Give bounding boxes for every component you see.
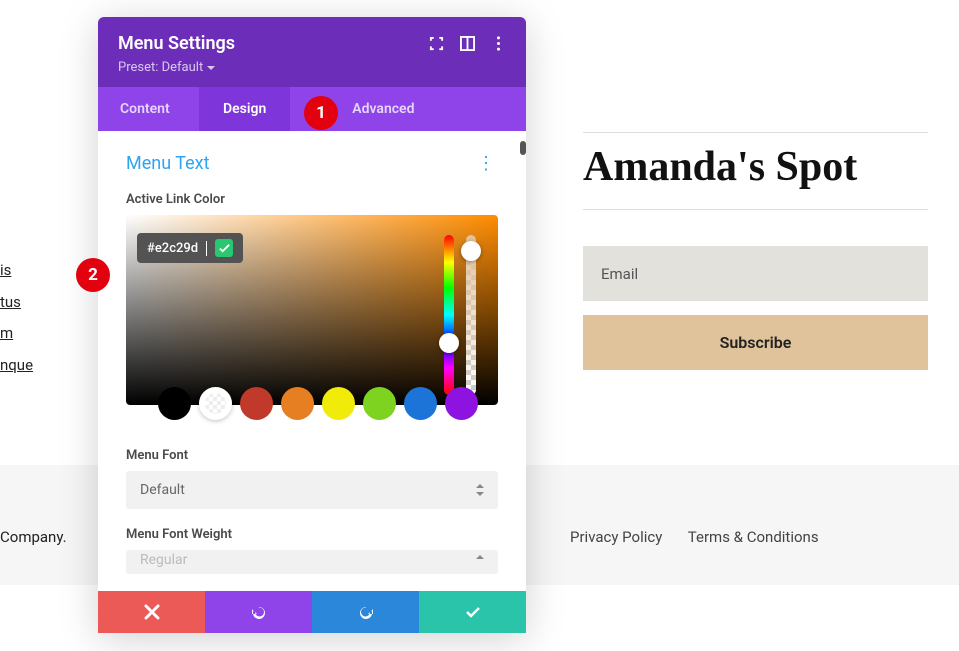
- confirm-hex-button[interactable]: [215, 239, 233, 257]
- swatch-yellow[interactable]: [322, 387, 355, 420]
- section-more-icon[interactable]: ⋮: [473, 153, 498, 174]
- annotation-badge-1: 1: [304, 96, 338, 130]
- footer-links: Privacy Policy Terms & Conditions: [570, 528, 841, 546]
- footer-company-text: Company.: [0, 528, 67, 546]
- more-icon[interactable]: [491, 36, 506, 51]
- annotation-badge-2: 2: [76, 258, 110, 292]
- email-placeholder: Email: [601, 265, 638, 283]
- undo-icon: [251, 604, 267, 620]
- link-fragment[interactable]: m: [0, 318, 33, 350]
- tab-design[interactable]: Design: [199, 87, 290, 131]
- hex-input-chip[interactable]: #e2c29d: [137, 233, 243, 263]
- menu-font-label: Menu Font: [126, 448, 498, 463]
- swatch-blue[interactable]: [404, 387, 437, 420]
- check-icon: [465, 604, 481, 620]
- text-caret: [206, 241, 207, 256]
- subscribe-button[interactable]: Subscribe: [583, 315, 928, 370]
- menu-font-select[interactable]: Default: [126, 471, 498, 509]
- alpha-thumb[interactable]: [461, 241, 481, 261]
- left-nav-links: is tus m nque: [0, 255, 33, 381]
- hue-slider[interactable]: [444, 235, 454, 395]
- columns-icon[interactable]: [460, 36, 475, 51]
- caret-down-icon: [207, 64, 215, 72]
- redo-button[interactable]: [312, 591, 419, 633]
- swatch-red[interactable]: [240, 387, 273, 420]
- menu-font-weight-select[interactable]: Regular: [126, 550, 498, 574]
- hue-thumb[interactable]: [439, 333, 459, 353]
- swatch-black[interactable]: [158, 387, 191, 420]
- color-picker-area[interactable]: #e2c29d: [126, 215, 498, 405]
- cancel-button[interactable]: [98, 591, 205, 633]
- redo-icon: [358, 604, 374, 620]
- preset-dropdown[interactable]: Preset: Default: [118, 60, 506, 75]
- scrollbar-thumb[interactable]: [520, 141, 526, 155]
- swatch-orange[interactable]: [281, 387, 314, 420]
- panel-body: Menu Text ⋮ Active Link Color #e2c29d: [98, 131, 526, 585]
- swatch-purple[interactable]: [445, 387, 478, 420]
- swatch-transparent[interactable]: [199, 387, 232, 420]
- hex-value: #e2c29d: [147, 241, 198, 256]
- section-title-menu-text[interactable]: Menu Text: [126, 153, 209, 174]
- select-arrows-icon: [476, 481, 484, 500]
- panel-title: Menu Settings: [118, 33, 235, 54]
- menu-font-weight-label: Menu Font Weight: [126, 527, 498, 542]
- panel-header: Menu Settings Preset: Default: [98, 17, 526, 87]
- tab-content[interactable]: Content: [98, 87, 199, 131]
- link-fragment[interactable]: nque: [0, 350, 33, 382]
- email-field[interactable]: Email: [583, 246, 928, 301]
- site-title: Amanda's Spot: [583, 132, 928, 210]
- panel-header-icons: [429, 36, 506, 51]
- footer-link-privacy[interactable]: Privacy Policy: [570, 528, 662, 546]
- undo-button[interactable]: [205, 591, 312, 633]
- close-icon: [144, 604, 160, 620]
- active-link-color-label: Active Link Color: [126, 192, 498, 207]
- select-arrows-icon: [476, 552, 484, 571]
- swatch-green[interactable]: [363, 387, 396, 420]
- panel-action-bar: [98, 591, 526, 633]
- alpha-slider[interactable]: [466, 235, 476, 395]
- link-fragment[interactable]: tus: [0, 287, 33, 319]
- link-fragment[interactable]: is: [0, 255, 33, 287]
- save-button[interactable]: [419, 591, 526, 633]
- right-sidebar: Amanda's Spot Email Subscribe: [583, 132, 928, 370]
- fullscreen-icon[interactable]: [429, 36, 444, 51]
- footer-link-terms[interactable]: Terms & Conditions: [688, 528, 819, 546]
